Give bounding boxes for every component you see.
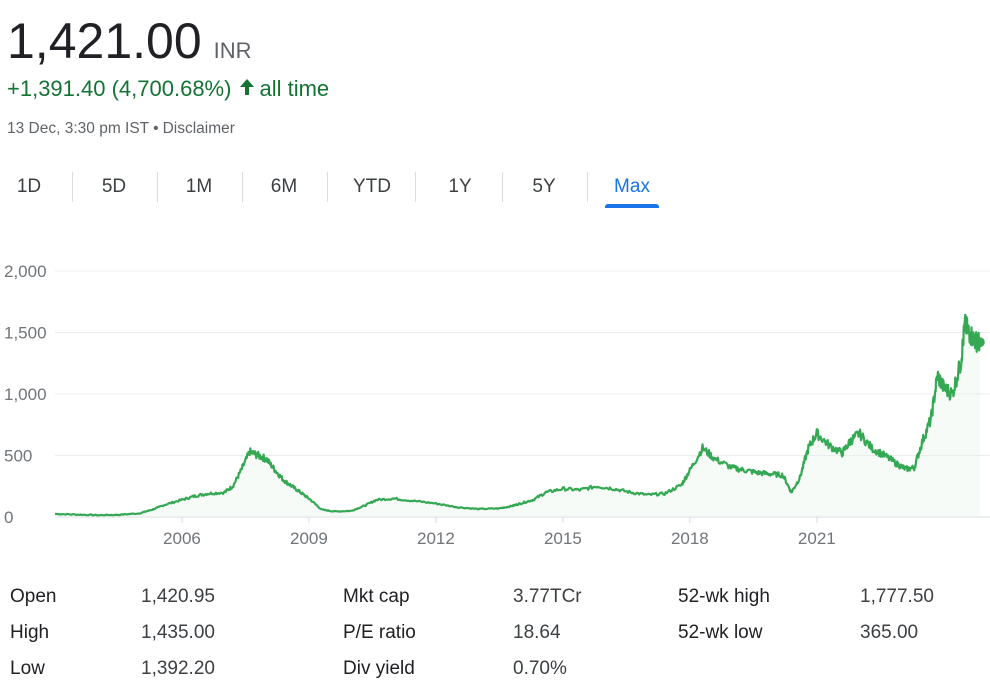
stat-label-52-wk-high: 52-wk high — [678, 586, 770, 607]
stat-value-low: 1,392.20 — [141, 658, 215, 679]
y-tick-label: 2,000 — [4, 262, 47, 281]
tab-5d[interactable]: 5D — [74, 168, 154, 206]
stat-label-52-wk-low: 52-wk low — [678, 622, 763, 643]
price-chart: 0 500 1,000 1,500 2,000 2006 2009 2012 2015 2018 2… — [4, 262, 990, 548]
x-tick-label: 2021 — [798, 529, 836, 548]
stat-value-high: 1,435.00 — [141, 622, 215, 643]
tab-1y[interactable]: 1Y — [420, 168, 500, 206]
stat-value-p-e-ratio: 18.64 — [513, 622, 561, 643]
tab-divider — [327, 172, 328, 202]
tab-6m[interactable]: 6M — [244, 168, 324, 206]
stat-label-mkt-cap: Mkt cap — [343, 586, 410, 607]
tab-1d[interactable]: 1D — [0, 168, 69, 206]
y-tick-label: 500 — [4, 447, 32, 466]
stat-value-52-wk-high: 1,777.50 — [860, 586, 934, 607]
stat-label-div-yield: Div yield — [343, 658, 415, 679]
price-header: 1,421.00 INR — [7, 12, 252, 70]
y-tick-label: 1,500 — [4, 324, 47, 343]
x-tick-label: 2012 — [417, 529, 455, 548]
price-change: +1,391.40 (4,700.68%) all time — [7, 76, 329, 102]
tab-ytd[interactable]: YTD — [332, 168, 412, 206]
stat-value-open: 1,420.95 — [141, 586, 215, 607]
quote-meta: 13 Dec, 3:30 pm IST • Disclaimer — [7, 120, 235, 138]
tab-divider — [72, 172, 73, 202]
separator-dot: • — [153, 120, 159, 137]
stat-value-mkt-cap: 3.77TCr — [513, 586, 582, 607]
y-tick-label: 1,000 — [4, 385, 47, 404]
tab-divider — [415, 172, 416, 202]
active-tab-indicator — [605, 204, 659, 208]
tab-max[interactable]: Max — [592, 168, 672, 206]
x-tick-label: 2018 — [671, 529, 709, 548]
disclaimer-link[interactable]: Disclaimer — [163, 120, 235, 137]
stat-label-open: Open — [10, 586, 57, 607]
change-value: +1,391.40 (4,700.68%) — [7, 76, 232, 101]
last-price-point — [974, 337, 985, 348]
stat-value-div-yield: 0.70% — [513, 658, 567, 679]
x-tick-label: 2006 — [163, 529, 201, 548]
stat-label-high: High — [10, 622, 50, 643]
tab-1m[interactable]: 1M — [159, 168, 239, 206]
current-price: 1,421.00 — [7, 13, 202, 69]
tab-divider — [502, 172, 503, 202]
timestamp: 13 Dec, 3:30 pm IST — [7, 120, 150, 137]
stat-label-low: Low — [10, 658, 45, 679]
tab-divider — [242, 172, 243, 202]
stat-value-52-wk-low: 365.00 — [860, 622, 919, 643]
tab-divider — [157, 172, 158, 202]
tab-divider — [587, 172, 588, 202]
arrow-up-icon — [239, 76, 255, 102]
x-tick-label: 2009 — [290, 529, 328, 548]
price-area — [55, 314, 980, 517]
currency-label: INR — [213, 38, 252, 63]
x-tick-label: 2015 — [544, 529, 582, 548]
y-tick-label: 0 — [4, 508, 13, 527]
tab-5y[interactable]: 5Y — [504, 168, 584, 206]
change-period: all time — [259, 76, 330, 101]
range-tabs: 1D 5D 1M 6M YTD 1Y 5Y Max — [0, 168, 700, 208]
stat-label-p-e-ratio: P/E ratio — [343, 622, 416, 643]
